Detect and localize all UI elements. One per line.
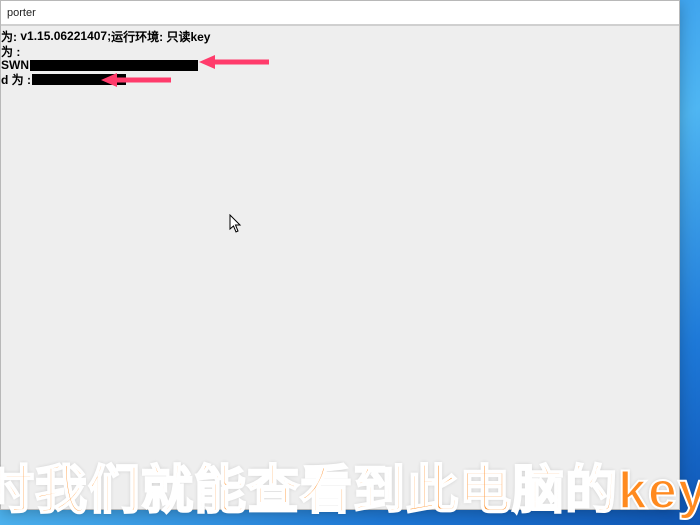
- video-caption: 时我们就能查看到此电脑的key: [0, 448, 700, 523]
- label-prefix: 为 :: [1, 43, 20, 60]
- info-line-2: 为 :: [1, 44, 20, 58]
- env-value: 只读key: [166, 28, 210, 45]
- env-label: 运行环境:: [111, 28, 163, 45]
- desktop-background: porter 为: v1.15.06221407 ; 运行环境: 只读key 为…: [0, 0, 700, 525]
- info-line-version: 为: v1.15.06221407 ; 运行环境: 只读key: [1, 29, 210, 43]
- mouse-cursor-icon: [229, 214, 243, 234]
- label-prefix: d 为 :: [1, 71, 31, 88]
- redacted-value: [30, 60, 198, 71]
- version-value: v1.15.06221407: [20, 29, 107, 43]
- content-area: 为: v1.15.06221407 ; 运行环境: 只读key 为 : SWN …: [1, 25, 679, 509]
- annotation-arrow-icon: [101, 73, 171, 87]
- window-titlebar[interactable]: porter: [1, 1, 679, 25]
- window-title: porter: [7, 7, 36, 19]
- annotation-arrow-icon: [199, 55, 269, 69]
- app-window: porter 为: v1.15.06221407 ; 运行环境: 只读key 为…: [0, 0, 680, 510]
